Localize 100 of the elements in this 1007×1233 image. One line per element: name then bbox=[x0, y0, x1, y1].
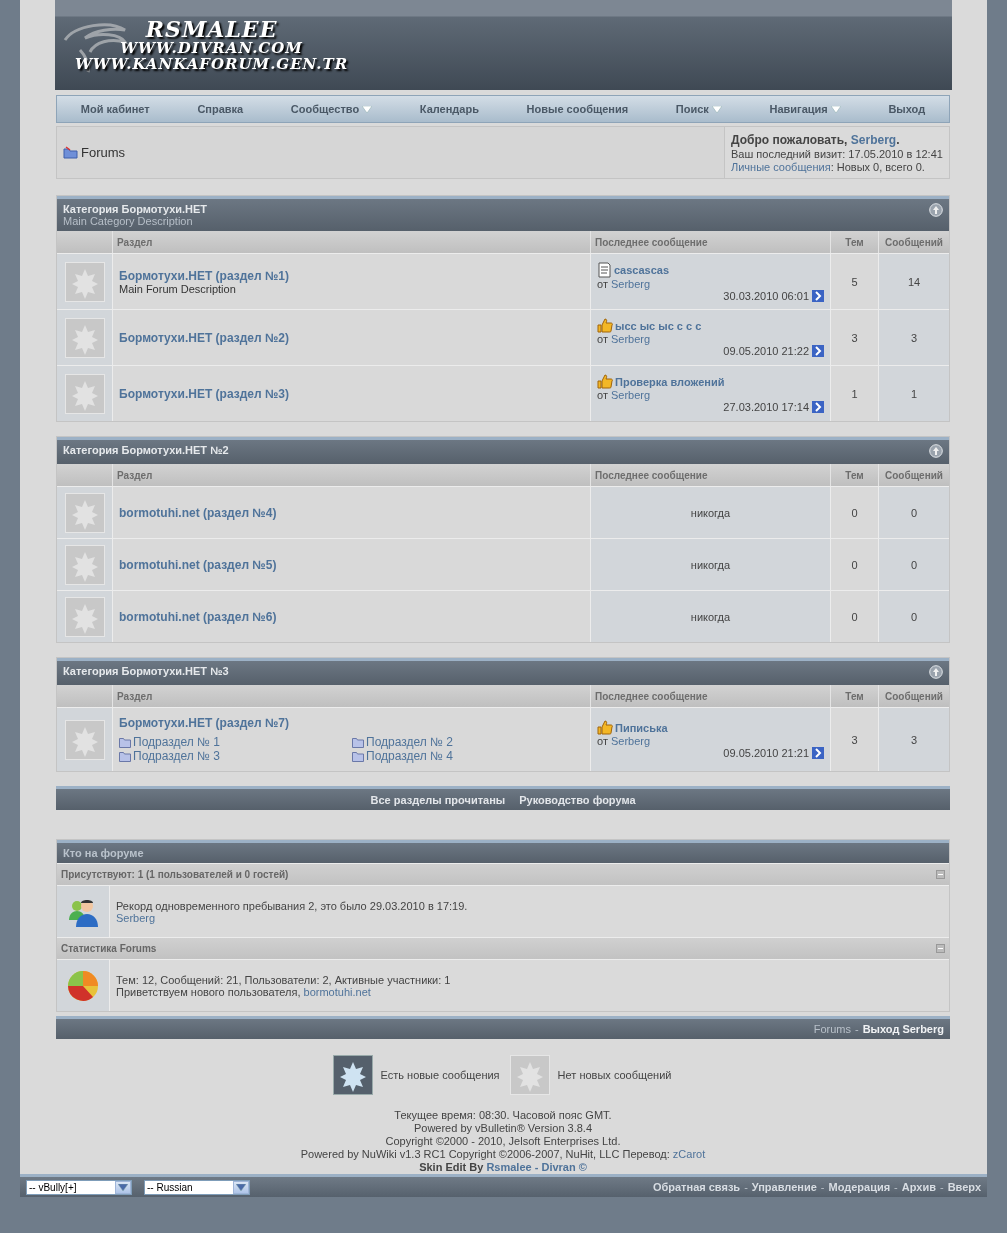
nav-link[interactable]: Поиск bbox=[675, 103, 722, 115]
thread-count: 3 bbox=[851, 331, 858, 344]
info-text: Приветствуем нового пользователя, bormotuhi.net bbox=[116, 985, 372, 998]
forum-link[interactable]: Руководство форума bbox=[519, 793, 636, 806]
subforum-link[interactable]: Подраздел № 3 bbox=[119, 749, 352, 763]
separator: - bbox=[854, 1023, 859, 1035]
logo-text: WWW.DIVRAN.COM bbox=[120, 40, 303, 57]
last-post-text: никогда bbox=[690, 506, 731, 519]
user-link[interactable]: Serberg bbox=[611, 389, 651, 401]
breadcrumb-title: Forums bbox=[81, 145, 126, 160]
caret-icon bbox=[830, 105, 841, 113]
folder-icon bbox=[119, 736, 131, 748]
last-post-link[interactable]: Пиписька bbox=[597, 720, 824, 735]
nav-link[interactable]: Мой кабинет bbox=[80, 103, 150, 115]
footer-link[interactable]: Управление bbox=[751, 1181, 817, 1193]
info-text: Тем: 12, Сообщений: 21, Пользователи: 2, Активные участники: 1 bbox=[116, 973, 452, 986]
user-link[interactable]: bormotuhi.net bbox=[303, 985, 371, 998]
footer-link[interactable]: Вверх bbox=[947, 1181, 981, 1193]
last-post-link[interactable]: ысс ыс ыс с с с bbox=[597, 318, 824, 333]
info-text: Рекорд одновременного пребывания 2, это было 29.03.2010 в 17:19. bbox=[116, 899, 469, 912]
thread-count: 5 bbox=[851, 275, 858, 288]
footer-link[interactable]: Forums bbox=[813, 1023, 851, 1035]
post-count: 3 bbox=[910, 733, 918, 746]
go-to-post-icon[interactable] bbox=[812, 289, 824, 302]
subsection-title: Статистика Forums bbox=[61, 943, 157, 954]
folder-icon bbox=[352, 750, 364, 762]
column-header: Тем bbox=[830, 685, 878, 707]
go-to-post-icon[interactable] bbox=[812, 747, 824, 759]
nav-link[interactable]: Сообщество bbox=[290, 103, 373, 115]
column-header: Последнее сообщение bbox=[590, 464, 830, 486]
column-header: Последнее сообщение bbox=[590, 231, 830, 253]
forum-title-link[interactable]: bormotuhi.net (раздел №6) bbox=[119, 609, 584, 624]
forum-link[interactable]: Все разделы прочитаны bbox=[370, 793, 506, 806]
forum-title-link[interactable]: bormotuhi.net (раздел №4) bbox=[119, 505, 584, 520]
copyright-text: Текущее время: 08:30. Часовой пояс GMT. bbox=[394, 1109, 612, 1122]
user-link[interactable]: Serberg bbox=[611, 333, 651, 345]
column-header: Последнее сообщение bbox=[590, 685, 830, 707]
forum-title-link[interactable]: bormotuhi.net (раздел №5) bbox=[119, 557, 584, 572]
thread-count: 0 bbox=[851, 506, 858, 519]
column-header: Тем bbox=[830, 231, 878, 253]
forum-title-link[interactable]: Бормотухи.НЕТ (раздел №1) bbox=[119, 268, 584, 283]
folder-icon bbox=[119, 750, 131, 762]
legend-label: Есть новые сообщения bbox=[380, 1069, 500, 1081]
separator: - bbox=[820, 1181, 825, 1193]
footer-link[interactable]: Архив bbox=[901, 1181, 936, 1193]
user-link[interactable]: Serberg bbox=[116, 911, 943, 924]
user-link[interactable]: Serberg bbox=[611, 277, 651, 290]
thread-count: 1 bbox=[851, 387, 858, 400]
private-messages-text: Личные сообщения: Новых 0, всего 0. bbox=[731, 161, 926, 173]
footer-link[interactable]: Обратная связь bbox=[652, 1181, 741, 1193]
thread-count: 0 bbox=[851, 610, 858, 623]
pie-chart-icon bbox=[67, 969, 99, 1002]
collapse-icon[interactable] bbox=[936, 944, 945, 953]
thumbs-up-icon bbox=[597, 318, 613, 333]
column-header: Сообщений bbox=[878, 231, 949, 253]
post-date: 27.03.2010 17:14 bbox=[723, 401, 809, 413]
legend-label: Нет новых сообщений bbox=[557, 1069, 672, 1081]
go-to-post-icon[interactable] bbox=[812, 345, 824, 357]
post-count: 1 bbox=[910, 387, 918, 400]
nav-link[interactable]: Календарь bbox=[419, 103, 479, 115]
select-field[interactable]: -- vBully[+] bbox=[26, 1179, 132, 1195]
go-to-post-icon[interactable] bbox=[812, 401, 824, 413]
forum-title-link[interactable]: Бормотухи.НЕТ (раздел №7) bbox=[119, 716, 584, 730]
caret-icon bbox=[118, 1183, 128, 1191]
last-post-text: никогда bbox=[690, 558, 731, 571]
footer-link[interactable]: Выход Serberg bbox=[862, 1023, 944, 1035]
folder-icon bbox=[63, 146, 78, 159]
nav-link[interactable]: Навигация bbox=[769, 103, 841, 115]
collapse-icon[interactable] bbox=[936, 870, 945, 879]
post-count: 14 bbox=[907, 275, 921, 288]
post-author-text: от Serberg bbox=[597, 389, 652, 401]
translator-link[interactable]: zCarot bbox=[672, 1148, 706, 1160]
welcome-text: Добро пожаловать, Serberg. bbox=[731, 133, 901, 147]
subsection-title: Присутствуют: 1 (1 пользователей и 0 гостей) bbox=[61, 869, 289, 880]
column-header: Сообщений bbox=[878, 464, 949, 486]
thread-count: 0 bbox=[851, 558, 858, 571]
thread-count: 3 bbox=[851, 733, 858, 746]
forum-title-link[interactable]: Бормотухи.НЕТ (раздел №3) bbox=[119, 386, 584, 401]
post-author-text: от Serberg bbox=[597, 277, 652, 290]
select-field[interactable]: -- Russian bbox=[144, 1179, 250, 1195]
nav-link[interactable]: Новые сообщения bbox=[526, 103, 629, 115]
last-post-link[interactable]: Проверка вложений bbox=[597, 374, 824, 389]
document-icon bbox=[597, 261, 612, 278]
forum-title-link[interactable]: Бормотухи.НЕТ (раздел №2) bbox=[119, 330, 584, 345]
user-link[interactable]: Serberg bbox=[611, 735, 651, 747]
skin-credit-text: Skin Edit By Rsmalee - Divran © bbox=[419, 1161, 587, 1174]
forum-description: Main Forum Description bbox=[119, 282, 236, 295]
private-messages-link[interactable]: Личные сообщения bbox=[731, 161, 831, 173]
nav-link[interactable]: Справка bbox=[197, 103, 244, 115]
post-date: 09.05.2010 21:22 bbox=[723, 345, 809, 357]
footer-link[interactable]: Модерация bbox=[828, 1181, 891, 1193]
subforum-link[interactable]: Подраздел № 2 bbox=[352, 735, 584, 749]
post-count: 0 bbox=[910, 506, 918, 519]
author-link[interactable]: Rsmalee - Divran © bbox=[486, 1161, 587, 1173]
subforum-link[interactable]: Подраздел № 4 bbox=[352, 749, 584, 763]
subforum-link[interactable]: Подраздел № 1 bbox=[119, 735, 352, 749]
separator: - bbox=[939, 1181, 944, 1193]
nav-link[interactable]: Выход bbox=[888, 103, 926, 115]
copyright-text: Copyright ©2000 - 2010, Jelsoft Enterprises Ltd. bbox=[385, 1135, 621, 1148]
last-post-link[interactable]: cascascas bbox=[597, 261, 824, 278]
